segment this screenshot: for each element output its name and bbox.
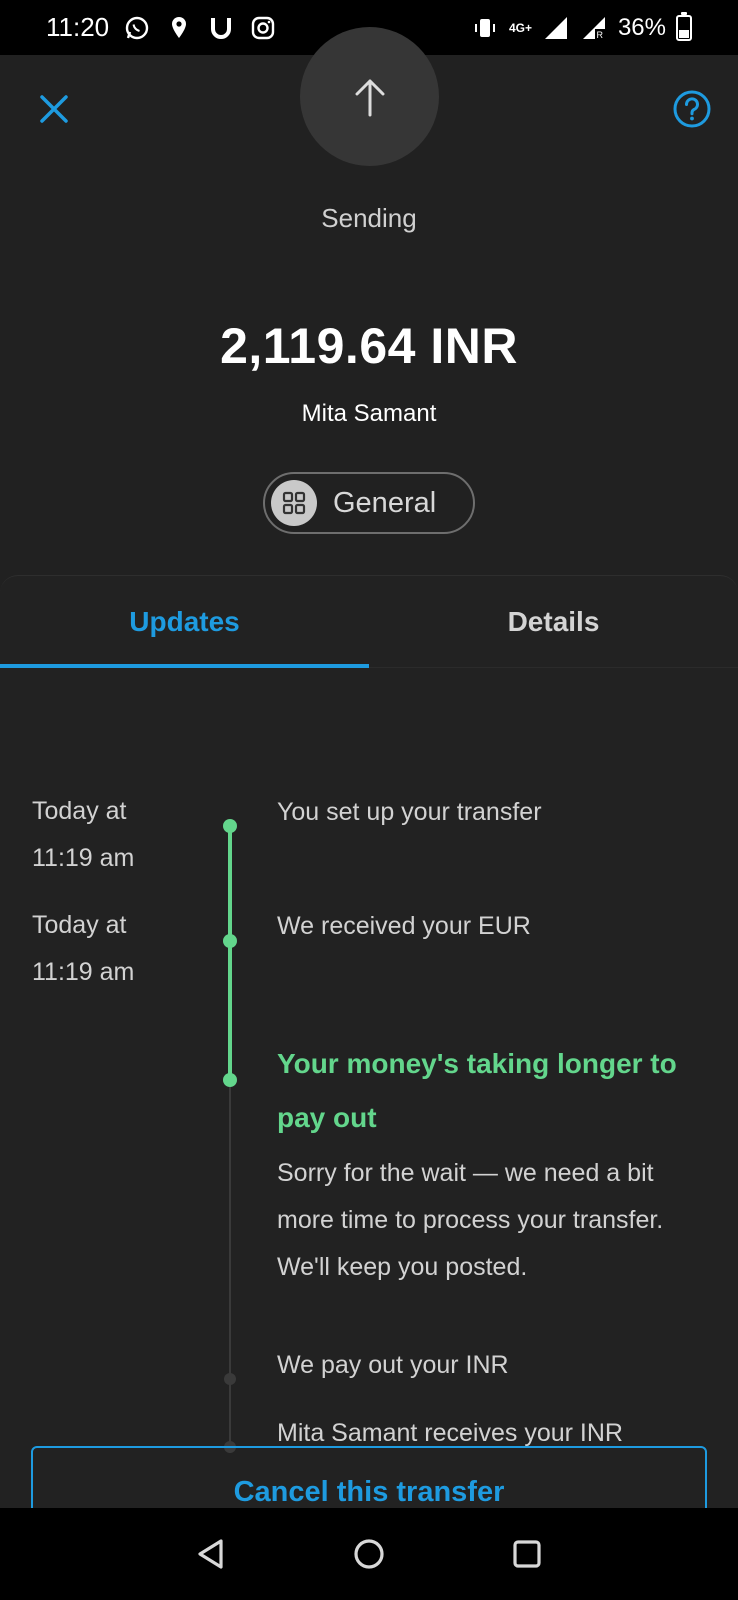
vibrate-icon [471,14,499,42]
help-button[interactable] [672,89,712,129]
timeline-dot-completed [223,819,237,833]
event-time-line2: 11:19 am [32,958,135,986]
battery-percent: 36% [617,13,666,41]
status-bar-left: 11:20 [46,12,277,43]
timeline-event-text: Mita Samant receives your INR [277,1419,623,1447]
recents-square-icon [513,1540,541,1568]
tab-bar: Updates Details [0,576,738,668]
timeline-event-text: We received your EUR [277,912,531,940]
nav-recents-button[interactable] [507,1534,547,1574]
nav-back-button[interactable] [191,1534,231,1574]
timeline-current-body: Sorry for the wait — we need a bit more … [277,1159,664,1281]
status-bar-right: 4G+ R 36% [471,11,692,42]
transfer-amount: 2,119.64 INR [220,318,518,374]
arrow-up-icon [355,79,384,116]
tab-details[interactable]: Details [369,576,738,667]
category-chip[interactable]: General [263,472,475,534]
event-time-line1: Today at [32,911,127,939]
timeline-progress-line [228,825,232,1083]
timeline-dot-pending [224,1373,236,1385]
timeline-dot-completed [223,934,237,948]
transfer-panel: Updates Details Today at 11:19 am You se… [0,575,738,1556]
network-type: 4G+ [508,20,532,35]
active-tab-indicator [0,664,369,668]
timeline-event-text: We pay out your INR [277,1351,509,1379]
event-time-line1: Today at [32,797,127,825]
signal-icon [542,14,570,42]
transfer-header: Sending 2,119.64 INR Mita Samant General [0,27,738,575]
tab-updates[interactable]: Updates [0,576,369,667]
close-icon [40,95,68,123]
uber-icon [207,14,235,42]
timeline-event-time: Today at 11:19 am [32,788,134,882]
timeline-pending-line [229,1083,231,1453]
transfer-status-label: Sending [321,203,417,233]
battery-icon [676,11,692,41]
whatsapp-icon [123,14,151,42]
close-button[interactable] [34,89,74,129]
category-label: General [333,486,437,519]
signal-roaming-icon: R [580,14,608,42]
sending-status-circle [300,27,439,166]
timeline-dot-current [223,1073,237,1087]
event-time-line2: 11:19 am [32,844,135,872]
nav-home-button[interactable] [349,1534,389,1574]
help-icon [673,90,711,128]
svg-text:R: R [596,30,603,40]
timeline-event-time: Today at 11:19 am [32,902,134,996]
home-circle-icon [354,1539,384,1569]
back-triangle-icon [198,1539,223,1569]
system-navigation-bar [0,1508,738,1600]
location-icon [165,14,193,42]
recipient-name: Mita Samant [301,400,437,427]
timeline-event-text: You set up your transfer [277,798,542,826]
grid-icon [271,480,317,526]
instagram-icon [249,14,277,42]
status-time: 11:20 [46,12,110,42]
timeline-current-title: Your money's taking longer to pay out [277,1048,677,1133]
